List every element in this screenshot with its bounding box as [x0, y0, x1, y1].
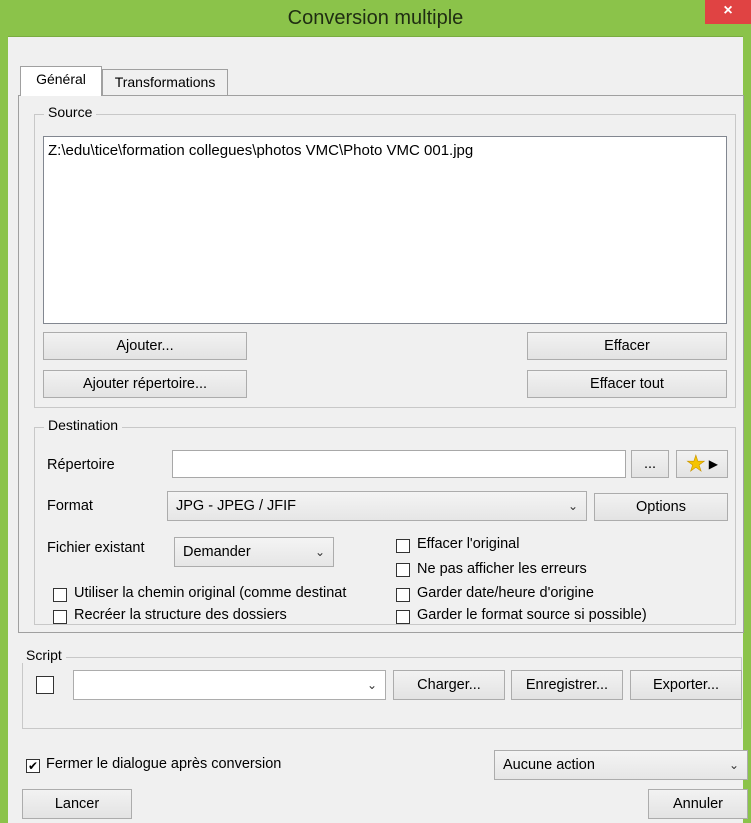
- start-button[interactable]: Lancer: [22, 789, 132, 819]
- window-border-left: [0, 36, 8, 823]
- close-after-label: Fermer le dialogue après conversion: [46, 756, 282, 772]
- tab-general-label: Général: [36, 71, 86, 87]
- tab-transformations-label: Transformations: [114, 74, 216, 90]
- close-after-checkbox[interactable]: ✔: [26, 759, 40, 773]
- checkmark-icon: ✔: [27, 759, 39, 773]
- script-enable-checkbox[interactable]: [36, 676, 54, 694]
- export-script-button[interactable]: Exporter...: [630, 670, 742, 700]
- tab-panel-general: [18, 95, 744, 633]
- close-icon: ×: [723, 2, 733, 19]
- tab-general[interactable]: Général: [20, 66, 102, 96]
- load-script-button[interactable]: Charger...: [393, 670, 505, 700]
- script-group-label: Script: [22, 647, 66, 663]
- close-button[interactable]: ×: [705, 0, 751, 24]
- post-action-select-value: Aucune action: [503, 757, 595, 773]
- post-action-select[interactable]: Aucune action ⌄: [494, 750, 748, 780]
- window-title: Conversion multiple: [287, 7, 464, 29]
- chevron-down-icon: ⌄: [366, 678, 377, 692]
- chevron-down-icon: ⌄: [728, 758, 739, 772]
- window-border-right: [743, 36, 751, 823]
- tab-transformations[interactable]: Transformations: [102, 69, 228, 95]
- script-select[interactable]: ⌄: [73, 670, 386, 700]
- save-script-button[interactable]: Enregistrer...: [511, 670, 623, 700]
- cancel-button[interactable]: Annuler: [648, 789, 748, 819]
